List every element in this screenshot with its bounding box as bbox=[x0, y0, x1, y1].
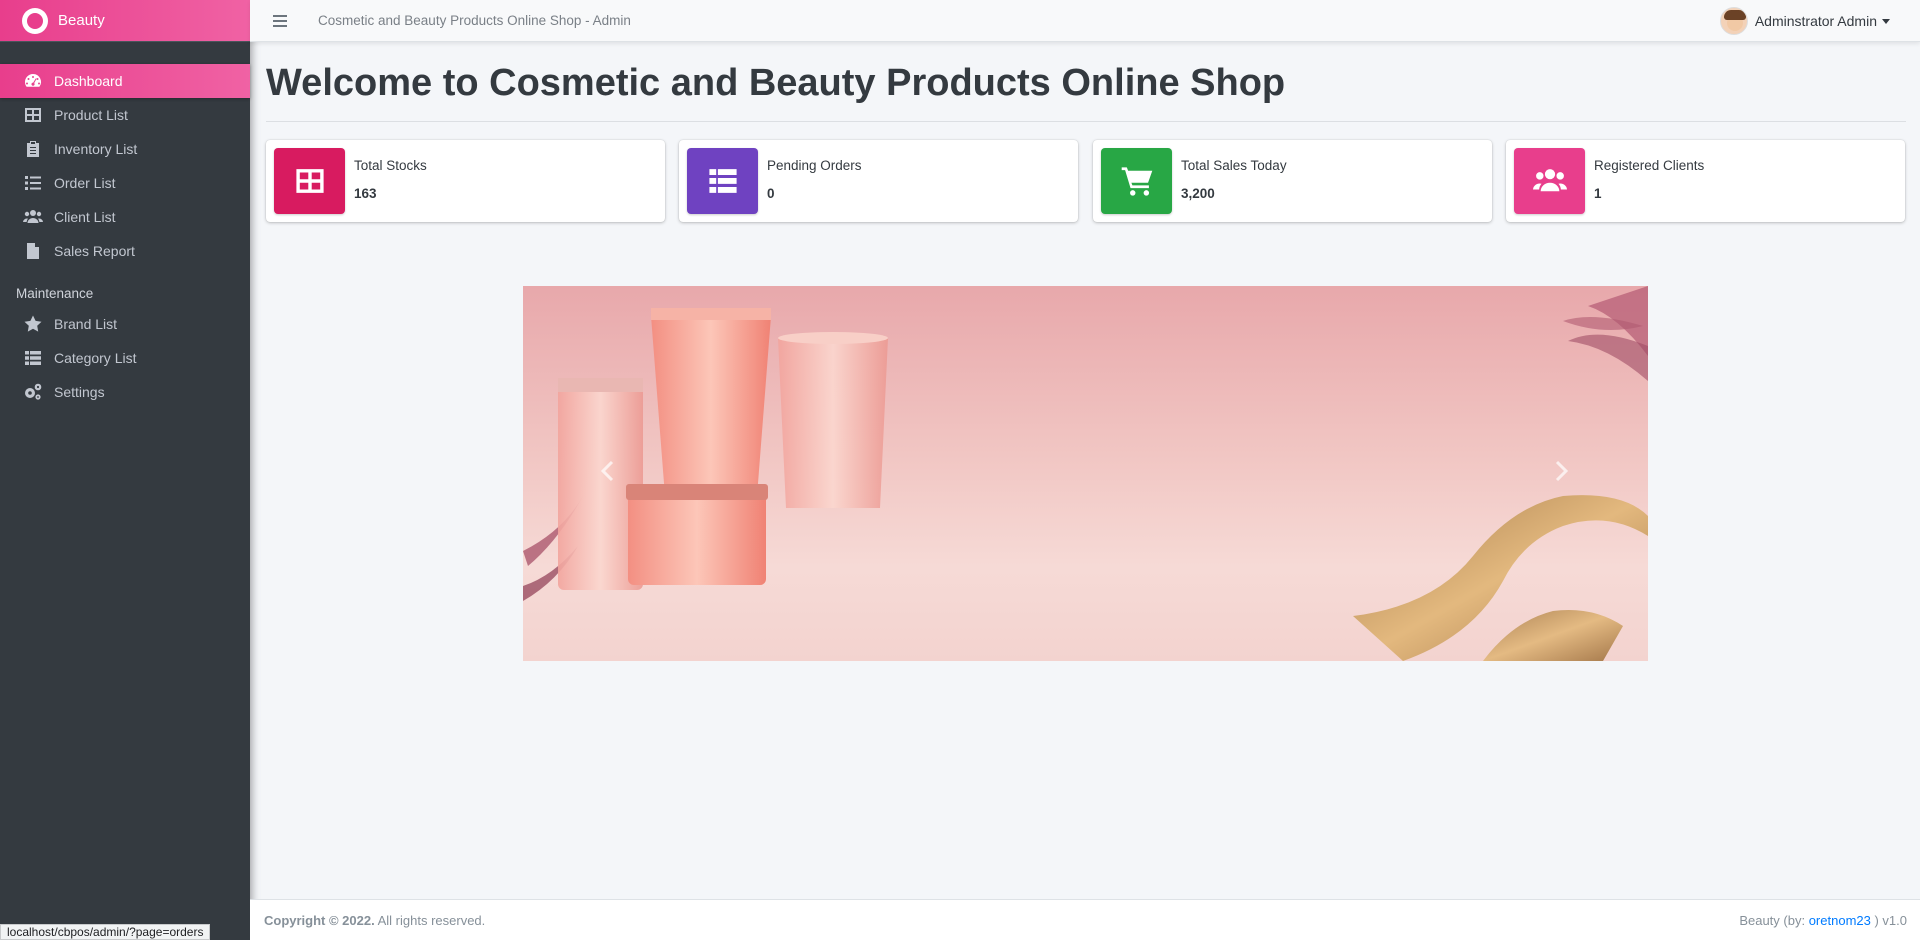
copyright-text: Copyright © 2022. bbox=[264, 912, 375, 928]
sidebar-item-label: Brand List bbox=[54, 316, 118, 332]
info-boxes: Total Stocks 163 Pending Orders 0 Total … bbox=[266, 140, 1906, 222]
sidebar-item-label: Order List bbox=[54, 175, 116, 191]
users-icon bbox=[22, 206, 44, 228]
users-icon bbox=[1514, 148, 1585, 214]
info-box-pending-orders: Pending Orders 0 bbox=[679, 140, 1078, 222]
sidebar-item-client-list[interactable]: Client List bbox=[0, 200, 250, 234]
info-box-value: 3,200 bbox=[1181, 186, 1215, 201]
banner-carousel bbox=[523, 286, 1648, 661]
sidebar-item-inventory-list[interactable]: Inventory List bbox=[0, 132, 250, 166]
carousel-next-button[interactable] bbox=[1546, 456, 1576, 486]
info-box-label: Total Sales Today bbox=[1181, 158, 1287, 173]
sidebar-item-brand-list[interactable]: Brand List bbox=[0, 307, 250, 341]
main-footer: Copyright © 2022. All rights reserved. B… bbox=[250, 899, 1920, 940]
menu-toggle-button[interactable] bbox=[260, 14, 300, 27]
footer-credit: Beauty (by: oretnom23 ) v1.0 bbox=[1739, 913, 1907, 928]
info-box-value: 0 bbox=[767, 186, 775, 201]
sidebar-item-settings[interactable]: Settings bbox=[0, 375, 250, 409]
sidebar-item-label: Client List bbox=[54, 209, 116, 225]
sidebar-section-header: Maintenance bbox=[16, 286, 94, 301]
file-icon bbox=[22, 240, 44, 262]
sidebar-item-label: Sales Report bbox=[54, 243, 135, 259]
clipboard-icon bbox=[22, 138, 44, 160]
sidebar-item-label: Category List bbox=[54, 350, 137, 366]
sidebar-item-label: Product List bbox=[54, 107, 128, 123]
user-name: Adminstrator Admin bbox=[1754, 13, 1877, 29]
table-icon bbox=[274, 148, 345, 214]
info-box-total-sales-today: Total Sales Today 3,200 bbox=[1093, 140, 1492, 222]
brand-link[interactable]: Beauty bbox=[0, 0, 250, 42]
sidebar-item-label: Settings bbox=[54, 384, 105, 400]
th-list-icon bbox=[22, 347, 44, 369]
top-navbar: Cosmetic and Beauty Products Online Shop… bbox=[250, 0, 1920, 42]
browser-status-url: localhost/cbpos/admin/?page=orders bbox=[0, 924, 211, 940]
list-icon bbox=[22, 172, 44, 194]
sidebar-item-order-list[interactable]: Order List bbox=[0, 166, 250, 200]
main-sidebar: Beauty Dashboard Product List Inventory … bbox=[0, 0, 250, 940]
sidebar-item-label: Inventory List bbox=[54, 141, 138, 157]
info-box-value: 1 bbox=[1594, 186, 1602, 201]
avatar bbox=[1719, 7, 1748, 35]
cosmetics-banner-image bbox=[523, 286, 1648, 661]
brand-logo bbox=[22, 7, 48, 34]
chevron-left-icon bbox=[600, 460, 614, 482]
sidebar-item-sales-report[interactable]: Sales Report bbox=[0, 234, 250, 268]
info-box-value: 163 bbox=[354, 186, 377, 201]
sidebar-item-label: Dashboard bbox=[54, 73, 123, 89]
hamburger-icon bbox=[273, 14, 287, 27]
cart-icon bbox=[1101, 148, 1172, 214]
th-list-icon bbox=[687, 148, 758, 214]
sidebar-item-product-list[interactable]: Product List bbox=[0, 98, 250, 132]
rights-text: All rights reserved. bbox=[377, 912, 486, 928]
info-box-label: Total Stocks bbox=[354, 158, 427, 173]
sidebar-item-dashboard[interactable]: Dashboard bbox=[0, 64, 250, 98]
dashboard-icon bbox=[22, 70, 44, 92]
footer-copyright: Copyright © 2022. All rights reserved. bbox=[264, 913, 485, 928]
main-content: Welcome to Cosmetic and Beauty Products … bbox=[250, 42, 1920, 661]
sidebar-nav: Dashboard Product List Inventory List Or… bbox=[0, 42, 250, 409]
chevron-right-icon bbox=[1555, 460, 1569, 482]
gears-icon bbox=[22, 381, 44, 403]
info-box-label: Pending Orders bbox=[767, 158, 862, 173]
info-box-total-stocks: Total Stocks 163 bbox=[266, 140, 665, 222]
info-box-label: Registered Clients bbox=[1594, 158, 1705, 173]
page-title: Welcome to Cosmetic and Beauty Products … bbox=[266, 62, 1286, 104]
sidebar-item-category-list[interactable]: Category List bbox=[0, 341, 250, 375]
user-menu-dropdown[interactable]: Adminstrator Admin bbox=[1719, 7, 1890, 35]
divider bbox=[266, 121, 1906, 122]
author-link[interactable]: oretnom23 bbox=[1809, 913, 1871, 928]
credit-suffix: ) v1.0 bbox=[1874, 912, 1907, 928]
credit-prefix: Beauty (by: bbox=[1739, 912, 1806, 928]
topbar-title: Cosmetic and Beauty Products Online Shop… bbox=[318, 13, 631, 28]
table-icon bbox=[22, 104, 44, 126]
star-icon bbox=[22, 313, 44, 335]
info-box-registered-clients: Registered Clients 1 bbox=[1506, 140, 1905, 222]
brand-name: Beauty bbox=[58, 12, 105, 29]
caret-down-icon bbox=[1882, 18, 1890, 24]
carousel-prev-button[interactable] bbox=[593, 456, 623, 486]
